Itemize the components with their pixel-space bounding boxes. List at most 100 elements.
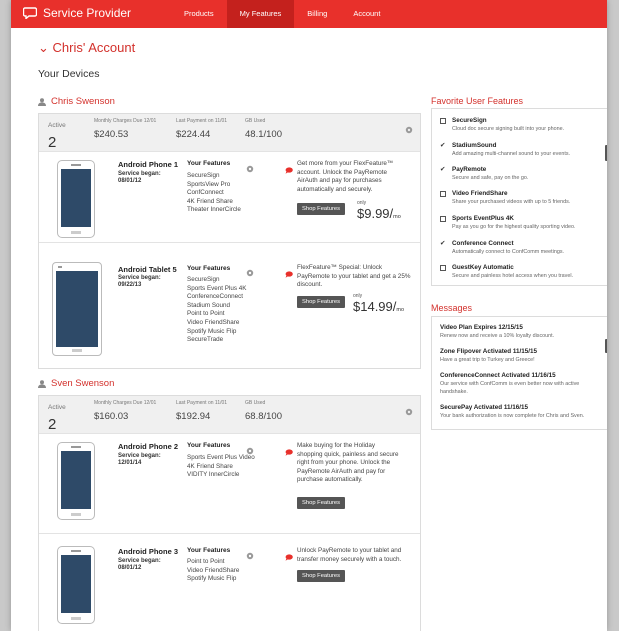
user-card-chris: Active 2 Monthly Charges Due 12/01 $240.… (38, 113, 421, 369)
gear-icon[interactable] (405, 403, 413, 416)
message-desc: Your bank authorization is now complete … (440, 413, 585, 419)
promo-line: account. Unlock the PayRemote (297, 168, 387, 176)
message-item[interactable]: ConferenceConnect Activated 11/16/15 Our… (440, 372, 602, 396)
shop-features-button[interactable]: Shop Features (297, 570, 346, 582)
message-title: Zone Flipover Activated 11/15/15 (440, 348, 538, 355)
tablet-image (52, 262, 102, 356)
speech-bubble-icon (285, 161, 293, 174)
service-began-date: 12/01/14 (118, 460, 142, 466)
shop-features-button[interactable]: Shop Features (297, 497, 346, 509)
gear-icon[interactable] (246, 442, 254, 455)
device-name: Android Phone 2 (118, 442, 178, 451)
page: Service Provider Products My Features Bi… (11, 0, 607, 631)
gear-icon[interactable] (246, 160, 254, 173)
user-icon (38, 379, 46, 388)
message-title: Video Plan Expires 12/15/15 (440, 324, 523, 331)
gear-icon[interactable] (246, 264, 254, 277)
active-label: Active (48, 404, 66, 411)
feature-list: Point to Point Video FriendShare Spotify… (187, 558, 239, 584)
promo-line: Get more from your FlexFeature™ (297, 160, 394, 167)
phone-image (57, 442, 95, 520)
shop-features-button[interactable]: Shop Features (297, 203, 346, 215)
account-title[interactable]: ⌄ Chris' Account (38, 40, 135, 56)
service-began-label: Service began: (118, 171, 161, 177)
favorites-scrollbar[interactable] (605, 145, 607, 161)
checkmark-icon[interactable]: ✔ (440, 240, 446, 247)
price-value: $14.99/ (353, 299, 397, 314)
favorite-desc: Automatically connect to ConfComm meetin… (452, 249, 565, 255)
checkbox[interactable] (440, 265, 446, 271)
last-payment-label: Last Payment on 11/01 (176, 118, 228, 124)
user-icon (38, 97, 46, 106)
feature-item: ConfConnect (187, 189, 224, 197)
account-summary: Active 2 Monthly Charges Due 12/01 $160.… (39, 396, 420, 433)
user-name-text: Sven Swenson (51, 378, 115, 389)
nav-billing[interactable]: Billing (294, 0, 340, 28)
favorite-title: GuestKey Automatic (452, 264, 514, 271)
checkbox[interactable] (440, 216, 446, 222)
message-item[interactable]: Zone Flipover Activated 11/15/15 Have a … (440, 348, 602, 365)
promo-line: FlexFeature™ Special: Unlock (297, 264, 383, 271)
last-payment-value: $192.94 (176, 411, 211, 422)
speech-bubble-icon (285, 265, 293, 278)
message-item[interactable]: SecurePay Activated 11/16/15 Your bank a… (440, 404, 602, 421)
nav-my-features[interactable]: My Features (226, 0, 295, 28)
device-android-tablet-5: Android Tablet 5 Service began: 09/22/13… (39, 242, 420, 369)
favorite-desc: Share your purchased videos with up to 5… (452, 199, 571, 205)
active-count: 2 (48, 134, 57, 151)
promo-line: AirAuth and pay for purchases (297, 177, 382, 185)
feature-item: Video FriendShare (187, 318, 240, 326)
messages-panel[interactable]: Video Plan Expires 12/15/15 Renew now an… (431, 316, 607, 430)
message-desc: Renew now and receive a 10% loyalty disc… (440, 333, 555, 339)
brand[interactable]: Service Provider (23, 6, 131, 20)
price-unit: mo (396, 307, 405, 313)
feature-item: Video FriendShare (187, 566, 240, 574)
checkbox[interactable] (440, 118, 446, 124)
message-item[interactable]: Video Plan Expires 12/15/15 Renew now an… (440, 324, 602, 341)
favorite-title: Video FriendShare (452, 190, 508, 197)
promo-line: PayRemote AirAuth and pay for (297, 467, 386, 475)
checkbox[interactable] (440, 191, 446, 197)
messages-title: Messages (431, 303, 473, 313)
promo-line: transfer money securely with a touch. (297, 555, 402, 563)
nav-products[interactable]: Products (171, 0, 227, 28)
brand-name: Service Provider (43, 6, 132, 20)
promo-line: shopping quick, painless and secure (297, 450, 399, 458)
feature-item: Point to Point (187, 558, 225, 565)
feature-item: Sports Event Plus Video (187, 454, 255, 461)
active-label: Active (48, 122, 66, 129)
device-name: Android Tablet 5 (118, 265, 177, 274)
messages-scrollbar[interactable] (605, 339, 607, 353)
feature-item: SecureSign (187, 172, 220, 179)
favorite-title: Conference Connect (452, 240, 514, 247)
charges-value: $240.53 (94, 129, 129, 140)
top-bar: Service Provider Products My Features Bi… (11, 0, 607, 28)
favorite-title: StadiumSound (452, 142, 497, 149)
favorites-title: Favorite User Features (431, 96, 524, 106)
feature-item: Stadium Sound (187, 301, 231, 309)
shop-features-button[interactable]: Shop Features (297, 296, 346, 308)
promo-line: Make buying for the Holiday (297, 442, 376, 449)
main-nav: Products My Features Billing Account (171, 0, 393, 28)
checkmark-icon[interactable]: ✔ (440, 142, 446, 149)
phone-image (57, 160, 95, 238)
active-count: 2 (48, 416, 57, 433)
checkmark-icon[interactable]: ✔ (440, 166, 446, 173)
last-payment-value: $224.44 (176, 129, 211, 140)
feature-item: SportsView Pro (187, 180, 231, 188)
gear-icon[interactable] (246, 547, 254, 560)
device-android-phone-3: Android Phone 3 Service began: 08/01/12 … (39, 533, 420, 631)
feature-item: SecureTrade (187, 336, 224, 344)
features-heading: Your Features (187, 265, 231, 272)
favorites-panel[interactable]: SecureSign Cloud doc secure signing buil… (431, 108, 607, 286)
charges-label: Monthly Charges Due 12/01 (94, 400, 157, 406)
service-began-label: Service began: (118, 453, 161, 459)
account-summary: Active 2 Monthly Charges Due 12/01 $240.… (39, 114, 420, 151)
message-title: ConferenceConnect Activated 11/16/15 (440, 372, 556, 379)
charges-value: $160.03 (94, 411, 129, 422)
promo-line: PayRemote to your tablet and get a 25% (297, 272, 411, 280)
nav-account[interactable]: Account (340, 0, 393, 28)
feature-item: 4K Friend Share (187, 197, 233, 205)
gear-icon[interactable] (405, 121, 413, 134)
price-unit: mo (393, 214, 401, 220)
